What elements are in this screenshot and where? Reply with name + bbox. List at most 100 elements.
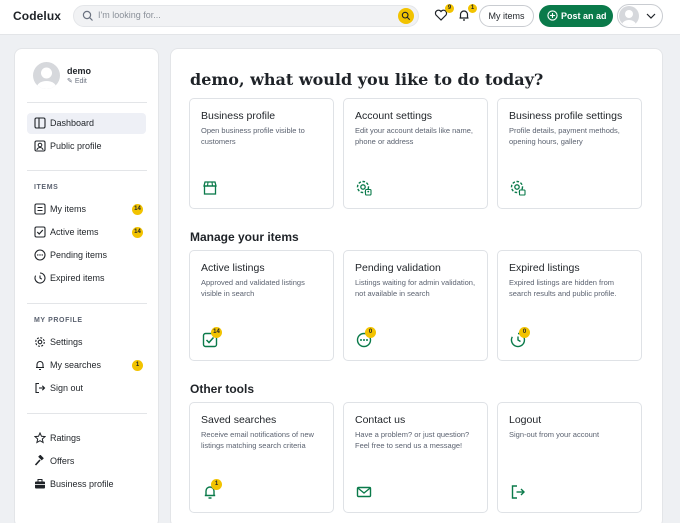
- briefcase-icon: [35, 479, 45, 489]
- count-badge: 14: [132, 227, 143, 238]
- sidebar-item-my-searches[interactable]: My searches 1: [27, 355, 146, 376]
- sidebar-item-business-profile[interactable]: Business profile: [27, 474, 146, 495]
- list-icon: [34, 203, 46, 215]
- sidebar-item-expired-items[interactable]: Expired items: [27, 268, 146, 289]
- card-description: Receive email notifications of new listi…: [201, 430, 314, 450]
- expired-icon: [34, 272, 46, 284]
- top-header: Codelux I'm looking for... 9 1 My items …: [0, 0, 680, 35]
- count-badge: 0: [519, 327, 530, 338]
- card-title: Expired listings: [509, 262, 580, 274]
- user-menu[interactable]: [617, 4, 663, 28]
- sidebar-item-label: Ratings: [50, 433, 81, 443]
- card-title: Pending validation: [355, 262, 441, 274]
- section-heading-items: ITEMS: [34, 184, 59, 191]
- sidebar-item-label: My items: [50, 204, 86, 214]
- sidebar-item-label: Offers: [50, 456, 75, 466]
- card-description: Profile details, payment methods, openin…: [509, 126, 620, 146]
- pending-icon: [34, 249, 46, 261]
- card-description: Approved and validated listings visible …: [201, 278, 305, 298]
- divider: [27, 102, 147, 103]
- section-title-tools: Other tools: [190, 382, 255, 396]
- card-business-profile[interactable]: Business profile Open business profile v…: [189, 98, 334, 209]
- page-title: demo, what would you like to do today?: [190, 70, 544, 89]
- bell-icon: [36, 361, 44, 371]
- search-bar[interactable]: I'm looking for...: [73, 5, 419, 27]
- edit-icon: ✎: [67, 78, 75, 85]
- profile-card-icon: [34, 140, 46, 152]
- store-gear-icon: [510, 180, 526, 196]
- sidebar-item-ratings[interactable]: Ratings: [27, 428, 146, 449]
- count-badge: 14: [211, 327, 222, 338]
- sidebar-item-dashboard[interactable]: Dashboard: [27, 113, 146, 134]
- sidebar-item-active-items[interactable]: Active items 14: [27, 222, 146, 243]
- card-business-profile-settings[interactable]: Business profile settings Profile detail…: [497, 98, 642, 209]
- card-title: Active listings: [201, 262, 265, 274]
- sidebar-item-public-profile[interactable]: Public profile: [27, 136, 146, 157]
- count-badge: 1: [132, 360, 143, 371]
- count-badge: 1: [211, 479, 222, 490]
- sidebar-item-label: My searches: [50, 360, 102, 370]
- sidebar-item-label: Expired items: [50, 273, 105, 283]
- sidebar-item-label: Pending items: [50, 250, 108, 260]
- card-pending-validation[interactable]: Pending validation Listings waiting for …: [343, 250, 488, 361]
- gavel-icon: [34, 455, 44, 466]
- card-expired-listings[interactable]: Expired listings Expired listings are hi…: [497, 250, 642, 361]
- sidebar-item-settings[interactable]: Settings: [27, 332, 146, 353]
- search-input[interactable]: I'm looking for...: [98, 10, 161, 20]
- sidebar-item-label: Business profile: [50, 479, 114, 489]
- card-logout[interactable]: Logout Sign-out from your account: [497, 402, 642, 513]
- search-icon: [82, 10, 93, 21]
- sidebar-item-label: Dashboard: [50, 118, 95, 128]
- sidebar-item-offers[interactable]: Offers: [27, 451, 146, 472]
- favorites-button[interactable]: 9: [434, 4, 454, 24]
- card-title: Saved searches: [201, 414, 277, 426]
- card-description: Have a problem? or just question? Feel f…: [355, 430, 470, 450]
- notifications-button[interactable]: 1: [457, 4, 477, 24]
- card-description: Edit your account details like name, pho…: [355, 126, 473, 146]
- card-saved-searches[interactable]: Saved searches Receive email notificatio…: [189, 402, 334, 513]
- card-contact-us[interactable]: Contact us Have a problem? or just quest…: [343, 402, 488, 513]
- sidebar-item-label: Settings: [50, 337, 83, 347]
- card-description: Open business profile visible to custome…: [201, 126, 305, 146]
- store-icon: [203, 181, 217, 195]
- divider: [27, 413, 147, 414]
- card-description: Expired listings are hidden from search …: [509, 278, 617, 298]
- site-logo[interactable]: Codelux: [13, 9, 61, 23]
- gear-icon: [35, 337, 45, 347]
- card-title: Business profile settings: [509, 110, 623, 122]
- avatar: [619, 6, 639, 26]
- divider: [27, 303, 147, 304]
- search-icon: [401, 11, 411, 21]
- sidebar: demo ✎ Edit Dashboard Public profile ITE…: [14, 48, 159, 523]
- avatar: [33, 62, 60, 89]
- card-account-settings[interactable]: Account settings Edit your account detai…: [343, 98, 488, 209]
- search-button[interactable]: [398, 8, 414, 24]
- section-title-manage: Manage your items: [190, 230, 299, 244]
- sidebar-item-pending-items[interactable]: Pending items: [27, 245, 146, 266]
- sidebar-item-my-items[interactable]: My items 14: [27, 199, 146, 220]
- sidebar-item-sign-out[interactable]: Sign out: [27, 378, 146, 399]
- profile-edit-link[interactable]: ✎ Edit: [67, 77, 87, 85]
- my-items-button[interactable]: My items: [479, 5, 534, 27]
- mail-icon: [356, 486, 372, 498]
- card-description: Sign-out from your account: [509, 430, 600, 439]
- card-title: Business profile: [201, 110, 276, 122]
- logout-icon: [511, 485, 525, 499]
- notifications-badge: 1: [468, 4, 477, 13]
- star-icon: [34, 432, 46, 444]
- card-description: Listings waiting for admin validation, n…: [355, 278, 476, 298]
- plus-circle-icon: [547, 10, 558, 21]
- sidebar-item-label: Active items: [50, 227, 99, 237]
- main-panel: demo, what would you like to do today? B…: [170, 48, 663, 523]
- dashboard-icon: [34, 117, 46, 129]
- card-title: Account settings: [355, 110, 433, 122]
- count-badge: 0: [365, 327, 376, 338]
- chevron-down-icon: [646, 13, 656, 19]
- checkbox-icon: [34, 226, 46, 238]
- sidebar-item-label: Public profile: [50, 141, 102, 151]
- post-ad-button[interactable]: Post an ad: [539, 5, 613, 27]
- card-active-listings[interactable]: Active listings Approved and validated l…: [189, 250, 334, 361]
- divider: [27, 170, 147, 171]
- favorites-badge: 9: [445, 4, 454, 13]
- post-ad-label: Post an ad: [561, 11, 607, 21]
